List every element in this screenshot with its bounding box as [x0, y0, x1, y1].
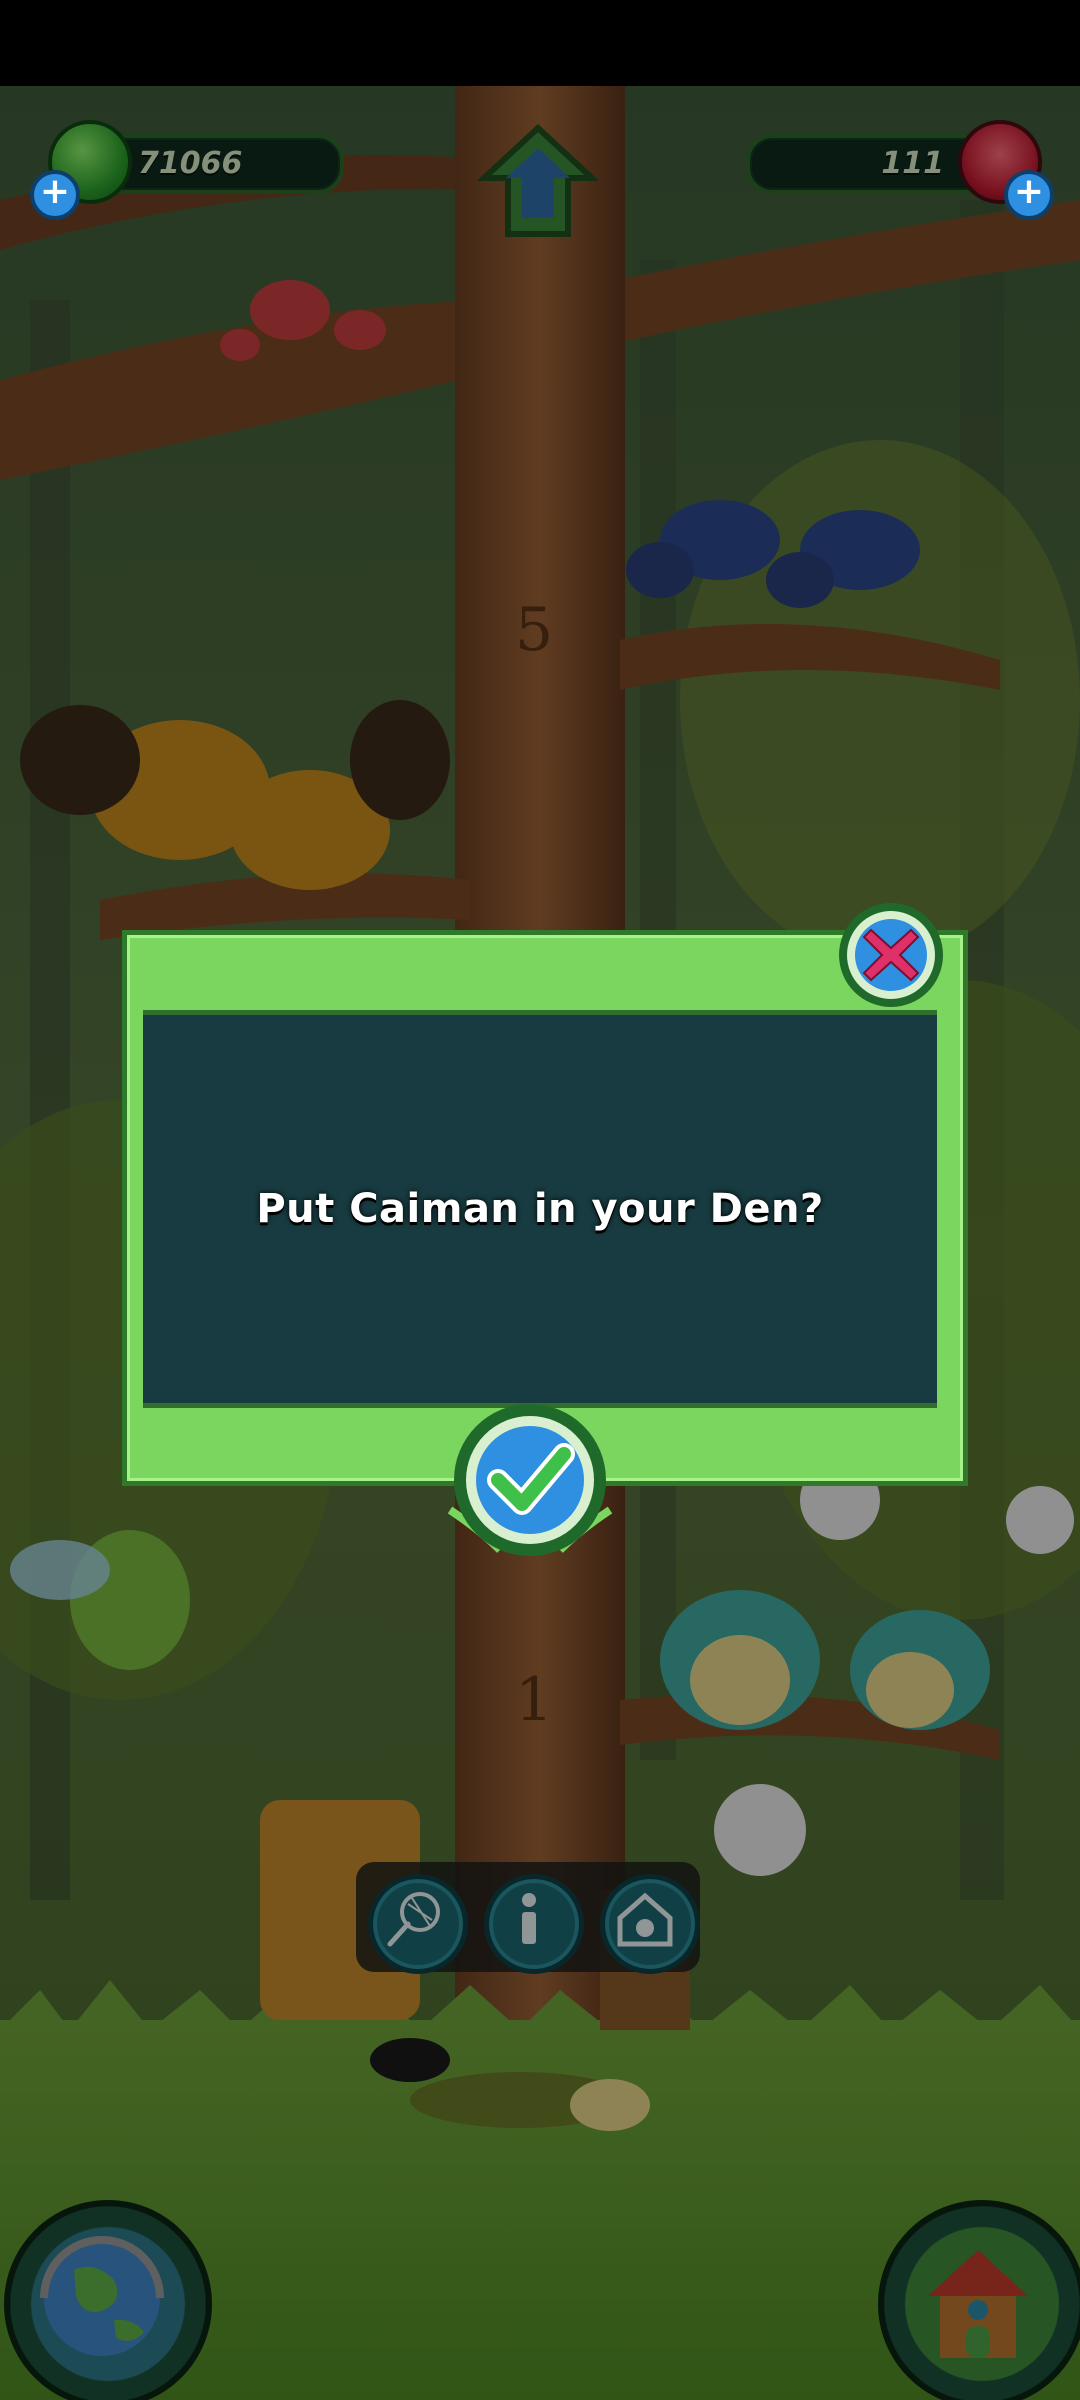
svg-text:1: 1 [515, 1665, 553, 1735]
close-x-icon[interactable] [836, 900, 946, 1010]
treehouse-icon [928, 2250, 1028, 2358]
net-icon [387, 1892, 440, 1947]
den-icon [617, 1892, 673, 1947]
dialog-body: Put Caiman in your Den? [143, 1010, 937, 1408]
info-icon [522, 1893, 536, 1944]
info-button[interactable] [484, 1874, 584, 1974]
dialog-message: Put Caiman in your Den? [256, 1186, 824, 1232]
globe-icon [40, 2236, 164, 2356]
status-bar [0, 0, 1080, 86]
crystal-count: 111 [881, 146, 944, 181]
svg-text:5: 5 [515, 595, 553, 665]
game-screen: 5 1 71066 + 111 + Put Caiman in your Den… [0, 0, 1080, 2400]
den-house-button[interactable] [878, 2200, 1080, 2400]
checkmark-icon[interactable] [440, 1400, 620, 1560]
gem-count: 71066 [138, 146, 243, 181]
world-map-button[interactable] [4, 2200, 212, 2400]
add-crystals-button[interactable]: + [1004, 170, 1054, 220]
home-arrow-icon[interactable] [478, 122, 598, 242]
den-button[interactable] [600, 1874, 700, 1974]
add-gems-button[interactable]: + [30, 170, 80, 220]
net-button[interactable] [368, 1874, 468, 1974]
